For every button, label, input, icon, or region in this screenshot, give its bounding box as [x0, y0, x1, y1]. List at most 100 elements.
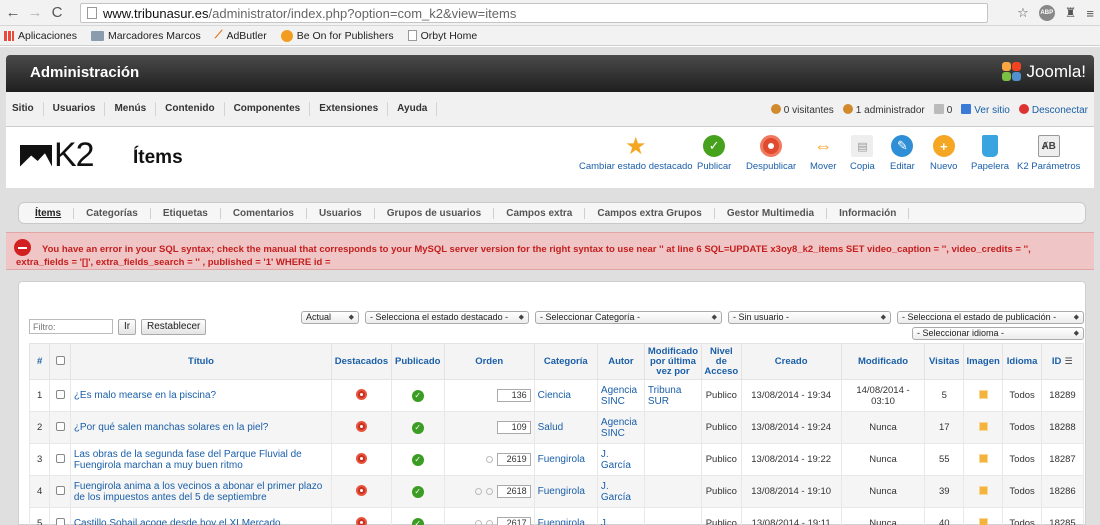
copy-button[interactable]: ▤ Copia [850, 135, 875, 172]
move-button[interactable]: ⇔ Mover [810, 135, 836, 173]
row-checkbox-cell[interactable] [49, 411, 71, 444]
image-icon[interactable] [978, 485, 988, 495]
row-checkbox[interactable] [55, 453, 65, 463]
published-check-icon[interactable]: ✓ [411, 389, 424, 402]
featured-toggle[interactable] [331, 379, 392, 412]
logout-link[interactable]: Desconectar [1018, 103, 1088, 116]
image-icon[interactable] [978, 517, 988, 525]
row-checkbox[interactable] [55, 389, 65, 399]
published-check-icon[interactable]: ✓ [411, 485, 424, 498]
modified-by-link[interactable] [643, 507, 703, 525]
menu-usuarios[interactable]: Usuarios [44, 102, 106, 116]
tab-user-groups[interactable]: Grupos de usuarios [375, 207, 495, 219]
not-featured-icon[interactable] [355, 420, 367, 432]
col-published[interactable]: Publicado [390, 343, 445, 380]
menu-sitio[interactable]: Sitio [6, 102, 44, 116]
language-filter-select[interactable]: - Seleccionar idioma - ◆ [912, 327, 1084, 340]
order-input[interactable]: 136 [496, 389, 531, 402]
col-featured[interactable]: Destacados [331, 343, 392, 380]
adblock-icon[interactable]: ABP [1038, 5, 1055, 21]
col-image[interactable]: Imagen [963, 343, 1004, 380]
item-title-link[interactable]: Las obras de la segunda fase del Parque … [69, 443, 333, 476]
published-toggle[interactable]: ✓ [390, 507, 445, 525]
back-icon[interactable]: ← [4, 0, 22, 26]
menu-contenido[interactable]: Contenido [156, 102, 225, 116]
menu-menus[interactable]: Menús [105, 102, 157, 116]
item-title-link[interactable]: ¿Por qué salen manchas solares en la pie… [69, 411, 333, 444]
published-toggle[interactable]: ✓ [390, 379, 445, 412]
row-checkbox[interactable] [55, 421, 65, 431]
menu-ayuda[interactable]: Ayuda [388, 102, 438, 116]
published-toggle[interactable]: ✓ [390, 411, 445, 444]
select-all-checkbox[interactable] [55, 355, 65, 365]
modified-by-link[interactable]: Tribuna SUR [643, 379, 703, 412]
author-link[interactable]: J. García [596, 475, 645, 508]
tab-media-manager[interactable]: Gestor Multimedia [715, 207, 828, 219]
edit-button[interactable]: ✎ Editar [890, 135, 915, 172]
published-check-icon[interactable]: ✓ [411, 517, 424, 525]
category-filter-select[interactable]: - Seleccionar Categoría - ◆ [535, 311, 722, 324]
featured-toggle[interactable] [331, 475, 392, 508]
order-input[interactable]: 2617 [496, 517, 531, 525]
bookmark-apps[interactable]: Aplicaciones [4, 30, 77, 42]
published-toggle[interactable]: ✓ [390, 475, 445, 508]
col-access[interactable]: Nivel de Acceso [701, 343, 742, 380]
category-link[interactable]: Salud [533, 411, 598, 444]
featured-filter-select[interactable]: - Selecciona el estado destacado - ◆ [365, 311, 529, 324]
not-featured-icon[interactable] [355, 452, 367, 464]
extension-icon[interactable]: ♜ [1065, 5, 1077, 21]
featured-toggle[interactable] [331, 411, 392, 444]
tab-extra-field-groups[interactable]: Campos extra Grupos [585, 207, 715, 219]
unpublish-button[interactable]: Despublicar [746, 135, 796, 172]
col-id[interactable]: ID ☰ [1040, 343, 1085, 380]
published-check-icon[interactable]: ✓ [411, 421, 424, 434]
tab-comments[interactable]: Comentarios [221, 207, 307, 219]
author-link[interactable]: Agencia SINC [596, 411, 645, 444]
col-category[interactable]: Categoría [533, 343, 598, 380]
item-title-link[interactable]: Castillo Sohail acoge desde hoy el XI Me… [69, 507, 333, 525]
col-modified-by[interactable]: Modificado por última vez por [643, 343, 703, 380]
col-select-all[interactable] [49, 343, 71, 380]
row-checkbox[interactable] [55, 517, 65, 525]
modified-by-link[interactable] [643, 475, 703, 508]
not-featured-icon[interactable] [355, 388, 367, 400]
table-row[interactable]: 4 Fuengirola anima a los vecinos a abonar… [28, 475, 1085, 508]
category-link[interactable]: Fuengirola [533, 507, 598, 525]
published-check-icon[interactable]: ✓ [411, 453, 424, 466]
image-icon[interactable] [978, 453, 988, 463]
modified-by-link[interactable] [643, 443, 703, 476]
not-featured-icon[interactable] [355, 516, 367, 525]
order-up-icon[interactable] [474, 487, 482, 495]
image-icon[interactable] [978, 421, 988, 431]
trash-button[interactable]: Papelera [971, 135, 1009, 172]
view-site-link[interactable]: Ver sitio [961, 103, 1010, 116]
item-title-link[interactable]: ¿Es malo mearse en la piscina? [69, 379, 333, 412]
col-language[interactable]: Idioma [1002, 343, 1042, 380]
author-link[interactable]: J. García [596, 443, 645, 476]
k2-params-button[interactable]: ȺB K2 Parámetros [1017, 135, 1080, 172]
menu-componentes[interactable]: Componentes [225, 102, 311, 116]
tab-extra-fields[interactable]: Campos extra [494, 207, 586, 219]
messages-status[interactable]: 0 [933, 103, 952, 116]
row-checkbox-cell[interactable] [49, 507, 71, 525]
tab-categories[interactable]: Categorías [74, 207, 151, 219]
chrome-menu-icon[interactable]: ≡ [1086, 6, 1094, 21]
featured-toggle[interactable] [331, 443, 392, 476]
order-input[interactable]: 2618 [496, 485, 531, 498]
new-button[interactable]: + Nuevo [930, 135, 957, 172]
item-title-link[interactable]: Fuengirola anima a los vecinos a abonar … [69, 475, 333, 508]
col-created[interactable]: Creado [740, 343, 842, 380]
modified-by-link[interactable] [643, 411, 703, 444]
address-bar[interactable]: www.tribunasur.es/administrator/index.ph… [80, 3, 988, 23]
author-filter-select[interactable]: - Sin usuario - ◆ [728, 311, 891, 324]
reset-button[interactable]: Restablecer [141, 319, 207, 335]
row-checkbox-cell[interactable] [49, 475, 71, 508]
order-down-icon[interactable] [485, 455, 493, 463]
author-link[interactable]: J. [596, 507, 645, 525]
row-checkbox-cell[interactable] [49, 379, 71, 412]
order-input[interactable]: 2619 [496, 453, 531, 466]
joomla-logo[interactable]: Joomla! [1002, 62, 1086, 82]
category-link[interactable]: Fuengirola [533, 443, 598, 476]
featured-toggle-button[interactable]: ★ Cambiar estado destacado [579, 133, 693, 173]
trash-filter-select[interactable]: Actual ◆ [301, 311, 359, 324]
